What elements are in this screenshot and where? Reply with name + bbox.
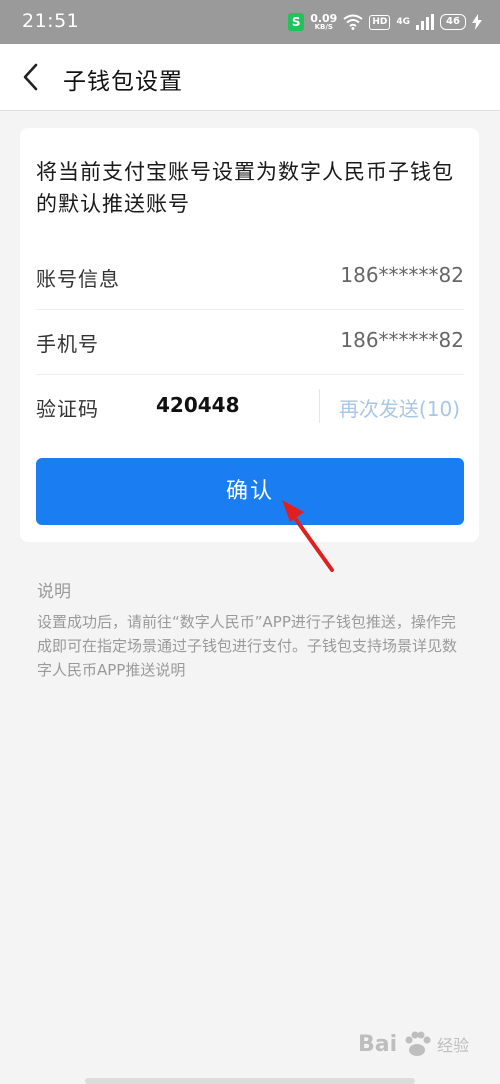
account-info-label: 账号信息	[36, 267, 120, 291]
annotation-arrow-icon	[282, 500, 334, 572]
status-icons: S 0.09 KB/S HD 4G 46	[288, 9, 482, 35]
verification-code-row: 验证码 420448 再次发送(10)	[36, 375, 464, 439]
signal-icon	[416, 14, 434, 30]
page-title: 子钱包设置	[63, 69, 183, 95]
charging-bolt-icon	[472, 14, 482, 30]
paw-icon	[405, 1031, 431, 1056]
phone-number-label: 手机号	[36, 332, 99, 356]
confirm-button[interactable]: 确认	[36, 458, 464, 525]
verification-code-label: 验证码	[36, 397, 99, 421]
wallet-settings-card: 将当前支付宝账号设置为数字人民币子钱包的默认推送账号 账号信息 186*****…	[20, 128, 479, 542]
vertical-divider	[319, 389, 320, 423]
status-time: 21:51	[22, 10, 80, 32]
battery-level: 46	[440, 14, 466, 30]
watermark: Bai 经验	[358, 1028, 469, 1060]
network-speed-unit: KB/S	[314, 23, 333, 31]
hd-badge: HD	[369, 14, 391, 30]
back-button[interactable]	[14, 57, 50, 97]
watermark-sub: 经验	[437, 1036, 470, 1055]
phone-number-row: 手机号 186******82	[36, 310, 464, 375]
wifi-icon	[343, 14, 363, 30]
status-bar: 21:51 S 0.09 KB/S HD 4G 46	[0, 0, 500, 44]
navigation-bar: 子钱包设置	[0, 44, 500, 111]
notes-title: 说明	[37, 582, 71, 602]
watermark-brand: Bai	[358, 1031, 398, 1057]
home-indicator	[85, 1078, 415, 1084]
account-info-value: 186******82	[340, 263, 464, 287]
network-speed: 0.09 KB/S	[310, 13, 337, 31]
card-description: 将当前支付宝账号设置为数字人民币子钱包的默认推送账号	[36, 160, 454, 216]
security-shield-icon: S	[288, 13, 305, 31]
chevron-left-icon	[23, 63, 38, 91]
phone-number-value: 186******82	[340, 328, 464, 352]
network-type-label: 4G	[396, 16, 410, 27]
verification-code-input[interactable]: 420448	[156, 393, 240, 417]
resend-code-button[interactable]: 再次发送(10)	[339, 393, 460, 422]
account-info-row: 账号信息 186******82	[36, 245, 464, 310]
notes-text: 设置成功后，请前往“数字人民币”APP进行子钱包推送，操作完成即可在指定场景通过…	[37, 613, 458, 679]
